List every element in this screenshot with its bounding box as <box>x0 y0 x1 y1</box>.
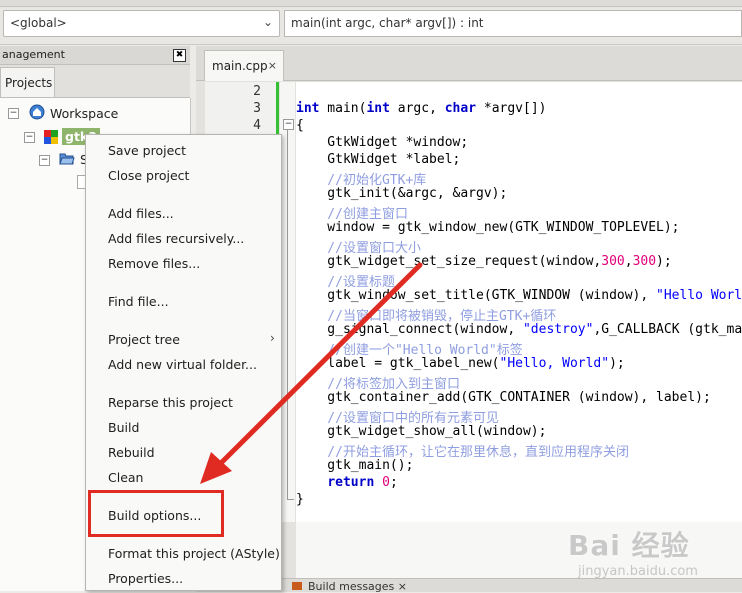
tab-projects[interactable]: Projects <box>0 67 55 97</box>
tab-main-cpp[interactable]: main.cpp × <box>204 50 284 81</box>
tab-projects-label: Projects <box>5 76 53 90</box>
menu-item-project-tree[interactable]: Project tree <box>108 332 180 347</box>
code-line: GtkWidget *window; <box>296 135 469 150</box>
tree-item-workspace[interactable]: Workspace <box>50 106 118 121</box>
code-line: gtk_container_add(GTK_CONTAINER (window)… <box>296 390 711 405</box>
code-line: g_signal_connect(window, "destroy",G_CAL… <box>296 322 742 337</box>
management-title: anagement <box>2 48 65 61</box>
fold-toggle-icon[interactable]: − <box>283 119 294 130</box>
chevron-down-icon: ⌄ <box>262 15 273 29</box>
menu-item-save-project[interactable]: Save project <box>108 143 186 158</box>
function-dropdown[interactable]: main(int argc, char* argv[]) : int <box>284 10 742 37</box>
menu-item-add-files-recursively[interactable]: Add files recursively... <box>108 231 244 246</box>
scope-dropdown[interactable]: <global> ⌄ <box>3 10 280 37</box>
code-area[interactable]: int main(int argc, char *argv[]) { GtkWi… <box>296 82 742 522</box>
fold-end <box>287 499 294 500</box>
fold-line <box>287 130 288 500</box>
editor-tab-bar: main.cpp × <box>196 46 742 81</box>
workspace-icon <box>29 104 45 120</box>
code-line: gtk_widget_show_all(window); <box>296 424 547 439</box>
code-line: gtk_init(&argc, &argv); <box>296 186 508 201</box>
build-messages-icon <box>292 582 302 590</box>
menu-item-clean[interactable]: Clean <box>108 470 143 485</box>
code-line: label = gtk_label_new("Hello, World"); <box>296 356 625 371</box>
function-value: main(int argc, char* argv[]) : int <box>291 16 484 30</box>
menu-item-add-virtual-folder[interactable]: Add new virtual folder... <box>108 357 257 372</box>
menu-item-find-file[interactable]: Find file... <box>108 294 169 309</box>
code-line: { <box>296 118 304 133</box>
collapse-icon[interactable]: − <box>8 108 19 119</box>
menu-item-remove-files[interactable]: Remove files... <box>108 256 200 271</box>
change-bar <box>276 82 279 134</box>
toolbar-strip <box>0 0 742 7</box>
menu-item-rebuild[interactable]: Rebuild <box>108 445 155 460</box>
menu-item-properties[interactable]: Properties... <box>108 571 183 586</box>
line-number: 2 <box>253 84 261 99</box>
watermark: Bai 经验 jingyan.baidu.com <box>560 520 742 591</box>
line-number: 4 <box>253 118 261 133</box>
tab-build-messages[interactable]: Build messages × <box>308 580 407 593</box>
submenu-arrow-icon: › <box>270 331 275 345</box>
collapse-icon[interactable]: − <box>39 155 50 166</box>
management-title-bar: anagement ✖ <box>0 46 190 65</box>
code-line: window = gtk_window_new(GTK_WINDOW_TOPLE… <box>296 220 680 235</box>
menu-item-reparse-project[interactable]: Reparse this project <box>108 395 233 410</box>
code-line: GtkWidget *label; <box>296 152 461 167</box>
code-line: return 0; <box>327 475 398 490</box>
watermark-text: Bai 经验 <box>568 529 690 562</box>
code-line: gtk_window_set_title(GTK_WINDOW (window)… <box>296 288 742 303</box>
annotation-highlight-box <box>88 490 224 537</box>
collapse-icon[interactable]: − <box>24 132 35 143</box>
close-icon[interactable]: × <box>268 59 277 72</box>
tab-main-cpp-label: main.cpp <box>212 59 268 73</box>
code-line: } <box>296 492 304 507</box>
menu-item-close-project[interactable]: Close project <box>108 168 189 183</box>
project-icon <box>43 129 59 145</box>
menu-item-add-files[interactable]: Add files... <box>108 206 174 221</box>
scope-value: <global> <box>10 16 67 30</box>
line-number: 3 <box>253 101 261 116</box>
management-tabs: Projects <box>0 65 190 98</box>
code-line: gtk_widget_set_size_request(window,300,3… <box>296 254 672 269</box>
menu-item-format-project[interactable]: Format this project (AStyle) <box>108 546 280 561</box>
folder-open-icon <box>59 152 75 166</box>
close-icon[interactable]: ✖ <box>173 49 186 62</box>
code-line: int main(int argc, char *argv[]) <box>296 101 547 116</box>
menu-item-build[interactable]: Build <box>108 420 139 435</box>
code-line: gtk_main(); <box>296 458 414 473</box>
watermark-url: jingyan.baidu.com <box>578 564 698 579</box>
